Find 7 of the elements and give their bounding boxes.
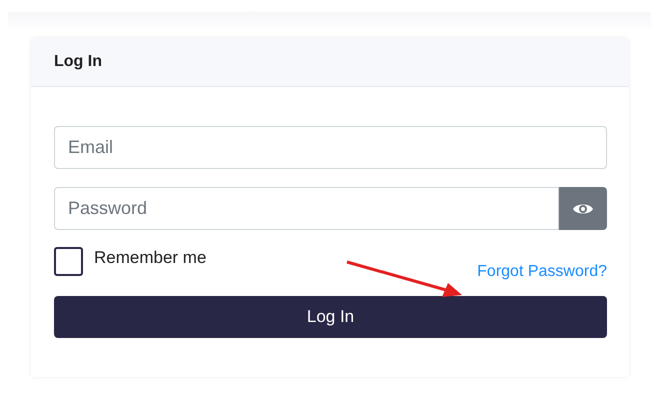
email-field[interactable]: Email [54,126,607,169]
login-button[interactable]: Log In [54,296,607,338]
card-title: Log In [31,38,629,87]
remember-label: Remember me [94,248,206,268]
show-password-button[interactable] [559,187,607,230]
password-field[interactable]: Password [54,187,559,230]
remember-checkbox[interactable] [54,247,83,276]
